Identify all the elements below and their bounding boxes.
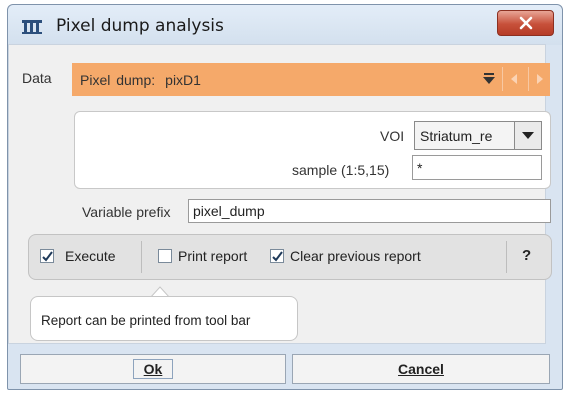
- voi-selected-value: Striatum_re: [420, 128, 493, 144]
- checkmark-icon: [42, 251, 53, 262]
- dropdown-arrow-icon[interactable]: [482, 73, 496, 85]
- cancel-button-label: Cancel: [398, 361, 444, 377]
- separator: [502, 67, 503, 91]
- voi-dropdown-button[interactable]: [514, 122, 541, 149]
- ok-button[interactable]: Ok: [20, 354, 286, 384]
- ok-button-label: Ok: [132, 359, 174, 379]
- button-row: Ok Cancel: [20, 354, 550, 384]
- separator: [528, 67, 529, 91]
- cancel-button[interactable]: Cancel: [292, 354, 550, 384]
- tooltip: Report can be printed from tool bar: [30, 296, 298, 341]
- data-label: Data: [22, 70, 52, 86]
- window-title: Pixel dump analysis: [56, 16, 224, 36]
- data-selector-value: pixD1: [165, 72, 201, 88]
- chevron-down-icon: [522, 131, 534, 139]
- data-selector[interactable]: Pixel dump: pixD1: [72, 63, 550, 96]
- next-arrow-icon[interactable]: [534, 73, 546, 85]
- data-selector-text: Pixel dump: pixD1: [80, 72, 201, 88]
- title-bar[interactable]: Pixel dump analysis: [8, 5, 562, 45]
- clear-previous-report-checkbox[interactable]: [270, 249, 284, 263]
- voi-label: VOI: [380, 128, 405, 144]
- sample-input[interactable]: [412, 155, 542, 180]
- print-report-checkbox[interactable]: [158, 249, 172, 263]
- close-x-icon: [519, 16, 532, 30]
- execute-checkbox[interactable]: [40, 249, 54, 263]
- previous-arrow-icon[interactable]: [508, 73, 520, 85]
- pmod-app-icon: [22, 20, 42, 34]
- variable-prefix-label: Variable prefix: [82, 204, 171, 220]
- print-report-label: Print report: [178, 248, 248, 264]
- variable-prefix-input[interactable]: [188, 199, 551, 223]
- close-button[interactable]: [497, 10, 554, 36]
- voi-select[interactable]: Striatum_re: [414, 121, 542, 150]
- help-button[interactable]: ?: [522, 247, 531, 264]
- clear-previous-report-label: Clear previous report: [290, 248, 421, 264]
- sample-label: sample (1:5,15): [292, 162, 390, 178]
- execute-label: Execute: [65, 248, 116, 264]
- separator: [506, 241, 507, 273]
- data-selector-prefix: Pixel dump:: [80, 72, 156, 88]
- checkmark-icon: [272, 251, 283, 262]
- tooltip-text: Report can be printed from tool bar: [41, 313, 251, 328]
- separator: [141, 241, 142, 273]
